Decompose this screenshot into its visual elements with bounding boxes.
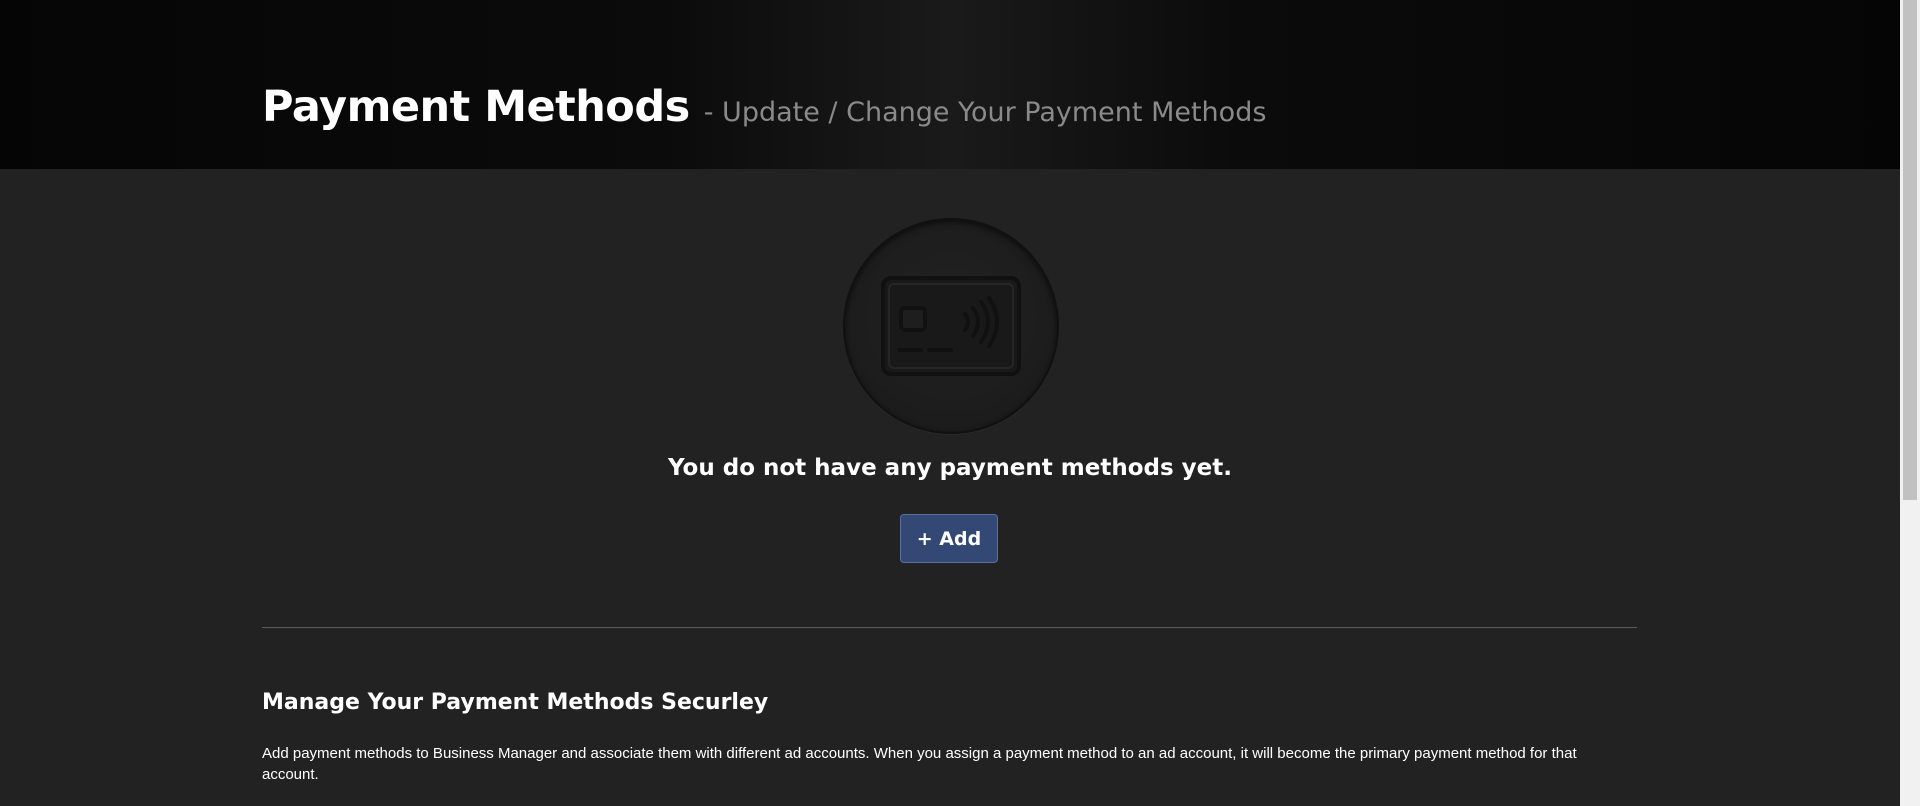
section-title: Manage Your Payment Methods Securley bbox=[262, 690, 769, 715]
credit-card-contactless-icon bbox=[881, 276, 1021, 376]
page-subtitle: - Update / Change Your Payment Methods bbox=[703, 97, 1267, 128]
page: Payment Methods - Update / Change Your P… bbox=[0, 0, 1920, 806]
section-description: Add payment methods to Business Manager … bbox=[262, 745, 1577, 783]
add-payment-method-button[interactable]: + Add bbox=[900, 514, 998, 563]
empty-state-message: You do not have any payment methods yet. bbox=[668, 455, 1232, 481]
empty-state-badge bbox=[843, 218, 1059, 434]
page-title: Payment Methods bbox=[262, 82, 690, 132]
header-title-group: Payment Methods - Update / Change Your P… bbox=[262, 82, 1266, 132]
vertical-scrollbar[interactable] bbox=[1900, 0, 1920, 806]
divider bbox=[262, 627, 1637, 628]
scrollbar-thumb[interactable] bbox=[1903, 0, 1917, 500]
page-header: Payment Methods - Update / Change Your P… bbox=[0, 0, 1900, 169]
